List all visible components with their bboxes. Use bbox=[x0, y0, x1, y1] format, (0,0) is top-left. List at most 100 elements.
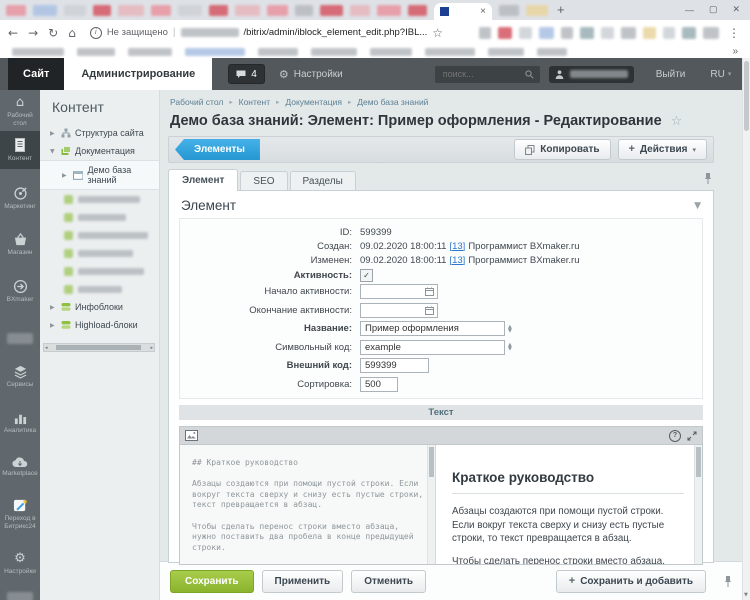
rail-item-redacted[interactable] bbox=[7, 592, 33, 600]
browser-tab[interactable] bbox=[93, 5, 111, 16]
bookmark-item[interactable] bbox=[258, 48, 298, 56]
rail-item-bitrix24[interactable]: Переход в Битрикс24 bbox=[0, 498, 40, 530]
extension-icon[interactable] bbox=[580, 27, 594, 39]
collapse-arrow-icon[interactable]: ▼ bbox=[50, 148, 57, 155]
rail-item-redacted[interactable] bbox=[7, 333, 33, 344]
code-input[interactable] bbox=[360, 340, 505, 355]
browser-menu-icon[interactable]: ⋮ bbox=[726, 26, 742, 40]
tab-close-icon[interactable]: × bbox=[480, 7, 486, 17]
browser-tab[interactable] bbox=[267, 5, 288, 16]
tree-item-site-structure[interactable]: ▶ Структура сайта bbox=[40, 124, 159, 142]
scrollbar-thumb[interactable] bbox=[744, 61, 749, 131]
browser-tab[interactable] bbox=[209, 5, 228, 16]
editor-help-icon[interactable]: ? bbox=[669, 430, 681, 442]
browser-tab[interactable] bbox=[118, 5, 144, 16]
tree-item-redacted[interactable] bbox=[40, 280, 159, 298]
tree-item-redacted[interactable] bbox=[40, 208, 159, 226]
translit-toggle[interactable]: ▲▼ bbox=[508, 325, 512, 333]
bookmark-item[interactable] bbox=[537, 48, 567, 56]
scrollbar-thumb[interactable] bbox=[429, 447, 434, 477]
browser-tab[interactable] bbox=[499, 5, 519, 16]
extension-icon[interactable] bbox=[682, 27, 696, 39]
extension-icon[interactable] bbox=[601, 27, 614, 39]
pin-form-icon[interactable] bbox=[704, 172, 712, 185]
sort-input[interactable] bbox=[360, 377, 398, 392]
tree-item-infoblocks[interactable]: ▶ Инфоблоки bbox=[40, 298, 159, 316]
section-collapse-icon[interactable]: ▼ bbox=[694, 201, 701, 211]
breadcrumb-link[interactable]: Рабочий стол bbox=[170, 97, 223, 107]
breadcrumb-link[interactable]: Демо база знаний bbox=[357, 97, 428, 107]
bookmark-item[interactable] bbox=[311, 48, 357, 56]
rail-item-content[interactable]: Контент bbox=[0, 131, 40, 169]
rail-item-marketing[interactable]: Маркетинг bbox=[0, 186, 40, 211]
tab-sections[interactable]: Разделы bbox=[290, 171, 356, 191]
expand-arrow-icon[interactable]: ▶ bbox=[50, 304, 57, 311]
expand-arrow-icon[interactable]: ▶ bbox=[62, 172, 69, 179]
markdown-source-pane[interactable]: ## Краткое руководство Абзацы создаются … bbox=[180, 445, 436, 564]
calendar-icon[interactable] bbox=[425, 306, 434, 315]
bookmark-item[interactable] bbox=[185, 48, 245, 56]
topbar-tab-admin[interactable]: Администрирование bbox=[64, 58, 212, 90]
actions-dropdown-button[interactable]: + Действия ▾ bbox=[618, 139, 708, 160]
browser-tab[interactable] bbox=[320, 5, 343, 16]
browser-tab[interactable] bbox=[350, 5, 370, 16]
save-button[interactable]: Сохранить bbox=[170, 570, 254, 593]
extension-icon[interactable] bbox=[519, 27, 532, 39]
expand-arrow-icon[interactable]: ▶ bbox=[50, 322, 57, 329]
browser-tab[interactable] bbox=[377, 5, 401, 16]
extension-icon[interactable] bbox=[498, 27, 512, 39]
browser-active-tab[interactable]: × bbox=[434, 3, 492, 20]
browser-tab[interactable] bbox=[408, 5, 427, 16]
scroll-right-icon[interactable]: ▸ bbox=[149, 345, 154, 351]
extension-icon[interactable] bbox=[561, 27, 573, 39]
breadcrumb-link[interactable]: Документация bbox=[285, 97, 342, 107]
calendar-icon[interactable] bbox=[425, 287, 434, 296]
extension-icon[interactable] bbox=[703, 27, 719, 39]
rail-item-marketplace[interactable]: Marketplace bbox=[0, 456, 40, 478]
search-input[interactable] bbox=[441, 68, 525, 80]
expand-arrow-icon[interactable]: ▶ bbox=[50, 130, 57, 137]
topbar-settings-button[interactable]: ⚙ Настройки bbox=[279, 68, 343, 81]
bookmark-item[interactable] bbox=[77, 48, 115, 56]
modified-user-id-link[interactable]: [13] bbox=[449, 255, 465, 266]
created-user-id-link[interactable]: [13] bbox=[449, 241, 465, 252]
home-nav-icon[interactable]: ⌂ bbox=[68, 26, 76, 40]
reload-icon[interactable]: ↻ bbox=[48, 26, 58, 40]
bookmark-item[interactable] bbox=[128, 48, 172, 56]
language-selector[interactable]: RU ▾ bbox=[710, 69, 731, 80]
tree-item-demo-kb[interactable]: ▶ Демо база знаний bbox=[40, 160, 159, 190]
extension-icon[interactable] bbox=[539, 27, 554, 39]
copy-button[interactable]: Копировать bbox=[514, 139, 610, 160]
external-code-input[interactable] bbox=[360, 358, 429, 373]
rail-item-services[interactable]: Сервисы bbox=[0, 365, 40, 389]
scroll-down-icon[interactable]: ▼ bbox=[744, 592, 748, 598]
tree-item-redacted[interactable] bbox=[40, 190, 159, 208]
browser-tab[interactable] bbox=[6, 5, 26, 16]
info-icon[interactable]: i bbox=[90, 27, 102, 39]
extension-icon[interactable] bbox=[643, 27, 656, 39]
rail-item-bxmaker[interactable]: BXmaker bbox=[0, 279, 40, 304]
save-and-add-button[interactable]: + Сохранить и добавить bbox=[556, 570, 706, 593]
scroll-left-icon[interactable]: ◂ bbox=[44, 345, 49, 351]
favorite-star-icon[interactable]: ☆ bbox=[671, 114, 683, 129]
extension-icon[interactable] bbox=[663, 27, 675, 39]
source-scrollbar[interactable] bbox=[427, 445, 435, 564]
window-maximize-icon[interactable]: ▢ bbox=[709, 4, 718, 15]
search-icon[interactable] bbox=[525, 70, 534, 79]
window-minimize-icon[interactable]: — bbox=[685, 5, 694, 15]
bookmark-item[interactable] bbox=[370, 48, 412, 56]
pin-footer-icon[interactable] bbox=[724, 575, 732, 588]
window-close-icon[interactable]: ✕ bbox=[732, 4, 740, 15]
bookmark-item[interactable] bbox=[425, 48, 475, 56]
translit-toggle[interactable]: ▲▼ bbox=[508, 343, 512, 351]
tree-horizontal-scrollbar[interactable]: ◂ ▸ bbox=[43, 343, 155, 352]
browser-tab[interactable] bbox=[295, 5, 313, 16]
scrollbar-thumb[interactable] bbox=[56, 345, 142, 350]
rail-item-desktop[interactable]: ⌂ Рабочий стол bbox=[0, 96, 40, 127]
user-menu[interactable] bbox=[549, 66, 634, 83]
bookmarks-overflow-icon[interactable]: » bbox=[732, 46, 738, 57]
bookmark-item[interactable] bbox=[12, 48, 64, 56]
browser-tab[interactable] bbox=[526, 5, 548, 16]
cancel-button[interactable]: Отменить bbox=[351, 570, 426, 593]
breadcrumb-link[interactable]: Контент bbox=[239, 97, 271, 107]
